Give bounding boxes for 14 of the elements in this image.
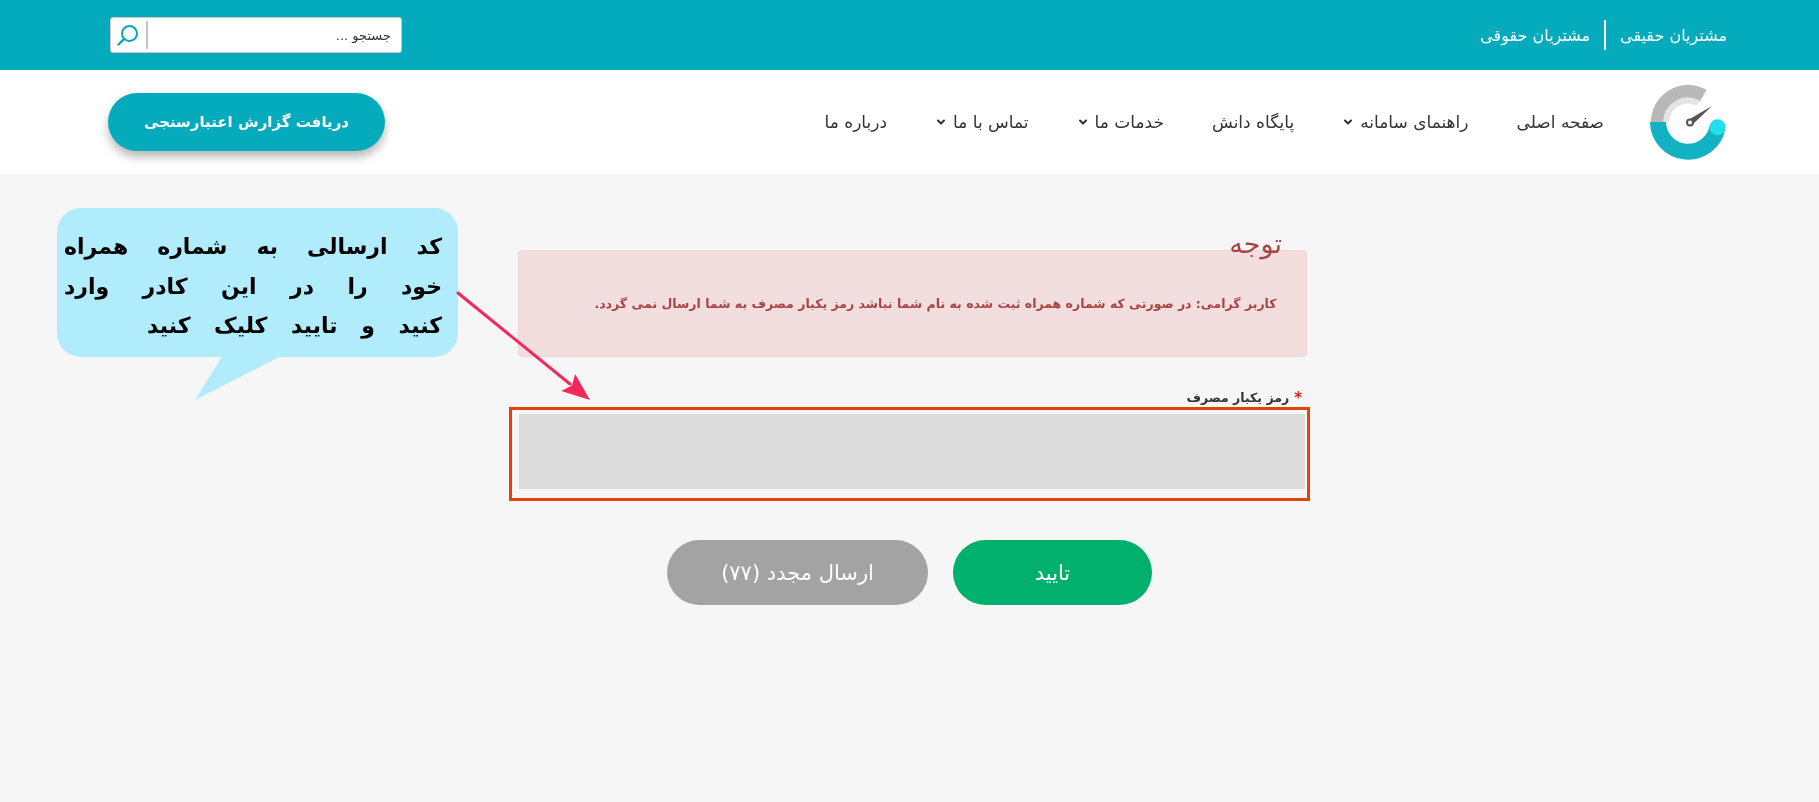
notice-title: توجه bbox=[1229, 227, 1282, 262]
nav-menu-item[interactable]: راهنمای سامانه bbox=[1342, 112, 1469, 132]
nav-menu-item[interactable]: پایگاه دانش bbox=[1211, 112, 1295, 132]
callout-text: کد ارسالی به شماره همراه خود را در این کادر وارد کنید و تایید کلیک کنید bbox=[64, 233, 442, 341]
nav-menu-item[interactable]: تماس با ما bbox=[935, 112, 1029, 132]
required-mark: * bbox=[1294, 388, 1302, 407]
nav-menu-item[interactable]: خدمات ما bbox=[1076, 112, 1164, 132]
input-field[interactable] bbox=[519, 414, 1305, 489]
nav-menu-item[interactable]: درباره ما bbox=[824, 112, 888, 132]
nav-menu-item[interactable]: صفحه اصلی bbox=[1516, 112, 1604, 132]
field-label: رمز یکبار مصرف bbox=[1186, 390, 1290, 405]
search-icon[interactable] bbox=[117, 24, 139, 46]
alert-message: کاربر گرامی: در صورتی که شماره همراه ثبت شده به نام شما نباشد رمز یکبار مصرف به شما ارسال نمی گردد. bbox=[594, 296, 1277, 311]
search-field[interactable]: جستجو ... bbox=[110, 17, 402, 53]
